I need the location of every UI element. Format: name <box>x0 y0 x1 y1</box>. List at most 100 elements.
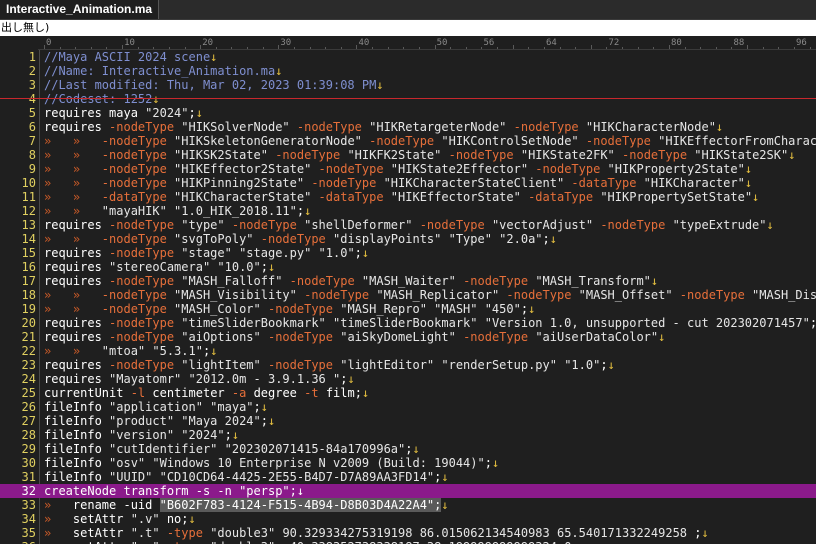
code-token: "lightItem" <box>181 358 268 372</box>
line-text: » » -nodeType "HIKPinning2State" -nodeTy… <box>44 176 752 190</box>
line-number: 30 <box>21 456 36 470</box>
line-feed-marker: ↓ <box>260 400 268 414</box>
code-line[interactable]: 26 fileInfo "application" "maya";↓ <box>0 400 816 414</box>
code-token: "MASH_Waiter" <box>361 274 464 288</box>
code-line[interactable]: 28 fileInfo "version" "2024";↓ <box>0 428 816 442</box>
line-feed-marker: ↓ <box>744 162 753 176</box>
tab-marker: » » <box>44 162 102 176</box>
code-line-highlighted[interactable]: 32 createNode transform -s -n "persp";↓ <box>0 484 816 498</box>
code-line[interactable]: 23 requires -nodeType "lightItem" -nodeTy… <box>0 358 816 372</box>
code-token: requires maya <box>44 106 146 120</box>
code-line[interactable]: 30 fileInfo "osv" "Windows 10 Enterprise … <box>0 456 816 470</box>
code-line[interactable]: 10 » » -nodeType "HIKPinning2State" -node… <box>0 176 816 190</box>
line-text: » » "mtoa" "5.3.1";↓ <box>44 344 217 358</box>
line-text: requires "Mayatomr" "2012.0m - 3.9.1.36 … <box>44 372 355 386</box>
code-line[interactable]: 18 » » -nodeType "MASH_Visibility" -nodeT… <box>0 288 816 302</box>
code-line[interactable]: 34 » setAttr ".v" no;↓ <box>0 512 816 526</box>
tab-marker: » » <box>44 232 102 246</box>
line-number: 25 <box>21 386 36 400</box>
code-token: "HIKState2SK" <box>694 148 789 162</box>
line-text: //Maya ASCII 2024 scene↓ <box>44 50 217 64</box>
code-token: fileInfo <box>44 400 110 414</box>
code-line[interactable]: 12 » » "mayaHIK" "1.0_HIK_2018.11";↓ <box>0 204 816 218</box>
code-token: -nodeType <box>513 120 586 134</box>
code-token: -nodeType <box>506 288 579 302</box>
line-text: » » -dataType "HIKCharacterState" -dataT… <box>44 190 759 204</box>
code-token: "timeSliderBookmark" "timeSliderBookmark… <box>181 316 810 330</box>
code-line[interactable]: 8 » » -nodeType "HIKSK2State" -nodeType "… <box>0 148 816 162</box>
code-token: ; <box>600 358 608 372</box>
code-token: -t <box>304 386 326 400</box>
code-line[interactable]: 9 » » -nodeType "HIKEffector2State" -node… <box>0 162 816 176</box>
code-line[interactable]: 25 currentUnit -l centimeter -a degree -t… <box>0 386 816 400</box>
line-text: » » -nodeType "HIKEffector2State" -nodeT… <box>44 162 752 176</box>
line-number: 8 <box>28 148 36 162</box>
code-line[interactable]: 19 » » -nodeType "MASH_Color" -nodeType "… <box>0 302 816 316</box>
code-token: "double3" <box>210 540 282 544</box>
line-text: requires -nodeType "timeSliderBookmark" … <box>44 316 816 330</box>
code-token: -nodeType <box>109 120 182 134</box>
code-line[interactable]: 33 » rename -uid "B602F783-4124-F515-4B94… <box>0 498 816 512</box>
code-token: -nodeType <box>260 232 333 246</box>
code-token: -nodeType <box>109 358 182 372</box>
code-token: -nodeType <box>275 148 348 162</box>
code-token: requires <box>44 246 110 260</box>
line-feed-marker: ↓ <box>376 78 384 92</box>
code-line[interactable]: 17 requires -nodeType "MASH_Falloff" -nod… <box>0 274 816 288</box>
code-line[interactable]: 22 » » "mtoa" "5.3.1";↓ <box>0 344 816 358</box>
line-text: //Name: Interactive_Animation.ma↓ <box>44 64 282 78</box>
code-line[interactable]: 7 » » -nodeType "HIKSkeletonGeneratorNode… <box>0 134 816 148</box>
code-line[interactable]: 36 » setAttr ".r" -type "double3" -40.338… <box>0 540 816 544</box>
code-token: "HIKState2Effector" <box>390 162 536 176</box>
ruler-label: 20 <box>202 38 214 48</box>
line-number: 28 <box>21 428 36 442</box>
code-line[interactable]: 1 //Maya ASCII 2024 scene↓ <box>0 50 816 64</box>
code-token: "HIKEffectorState" <box>390 190 529 204</box>
line-feed-marker: ↓ <box>210 50 218 64</box>
ruler-label: 80 <box>670 38 682 48</box>
code-line[interactable]: 24 requires "Mayatomr" "2012.0m - 3.9.1.3… <box>0 372 816 386</box>
tab-file[interactable]: Interactive_Animation.ma <box>0 0 160 19</box>
code-line[interactable]: 21 requires -nodeType "aiOptions" -nodeTy… <box>0 330 816 344</box>
line-feed-marker: ↓ <box>650 274 659 288</box>
line-feed-marker: ↓ <box>586 540 593 544</box>
code-token: fileInfo <box>44 414 110 428</box>
code-line[interactable]: 2 //Name: Interactive_Animation.ma↓ <box>0 64 816 78</box>
code-token: "MASH_Offset" <box>578 288 680 302</box>
line-number: 29 <box>21 442 36 456</box>
line-number: 11 <box>21 190 36 204</box>
line-feed-marker: ↓ <box>347 372 355 386</box>
code-token: ; <box>253 400 261 414</box>
line-number: 24 <box>21 372 36 386</box>
code-line[interactable]: 27 fileInfo "product" "Maya 2024";↓ <box>0 414 816 428</box>
code-token: centimeter <box>152 386 232 400</box>
code-line[interactable]: 3 //Last modified: Thu, Mar 02, 2023 01:3… <box>0 78 816 92</box>
line-text: requires "stereoCamera" "10.0";↓ <box>44 260 275 274</box>
code-token: -type <box>167 540 210 544</box>
code-line[interactable]: 31 fileInfo "UUID" "CD10CD64-4425-2E55-B4… <box>0 470 816 484</box>
line-number: 12 <box>21 204 36 218</box>
code-line[interactable]: 20 requires -nodeType "timeSliderBookmark… <box>0 316 816 330</box>
code-editor[interactable]: 0 10 20 30 40 50 56 64 72 80 88 96 1//Maya ASCII 20… <box>0 36 816 544</box>
line-number: 1 <box>28 50 36 64</box>
code-line[interactable]: 14 » » -nodeType "svgToPoly" -nodeType "d… <box>0 232 816 246</box>
code-token: -nodeType <box>463 274 536 288</box>
code-line[interactable]: 11 » » -dataType "HIKCharacterState" -dat… <box>0 190 816 204</box>
code-line[interactable]: 6 requires -nodeType "HIKSolverNode" -nod… <box>0 120 816 134</box>
code-token: requires <box>44 260 110 274</box>
code-token: "version" "2024" <box>109 428 225 442</box>
code-line[interactable]: 5 requires maya "2024";↓ <box>0 106 816 120</box>
code-line[interactable]: 16 requires "stereoCamera" "10.0";↓ <box>0 260 816 274</box>
code-token: ; <box>354 386 362 400</box>
line-feed-marker: ↓ <box>275 64 283 78</box>
code-token: "displayPoints" "Type" "2.0a" <box>333 232 543 246</box>
code-token: requires <box>44 372 110 386</box>
code-line[interactable]: 13 requires -nodeType "type" -nodeType "s… <box>0 218 816 232</box>
tab-marker: » » <box>44 148 102 162</box>
code-token: "HIKSolverNode" <box>181 120 297 134</box>
code-line[interactable]: 29 fileInfo "cutIdentifier" "202302071415… <box>0 442 816 456</box>
code-line[interactable]: 35 » setAttr ".t" -type "double3" 90.3293… <box>0 526 816 540</box>
code-line[interactable]: 15 requires -nodeType "stage" "stage.py" … <box>0 246 816 260</box>
code-token: "HIKSK2State" <box>174 148 276 162</box>
code-line[interactable]: 4 //Codeset: 1252↓ <box>0 92 816 106</box>
